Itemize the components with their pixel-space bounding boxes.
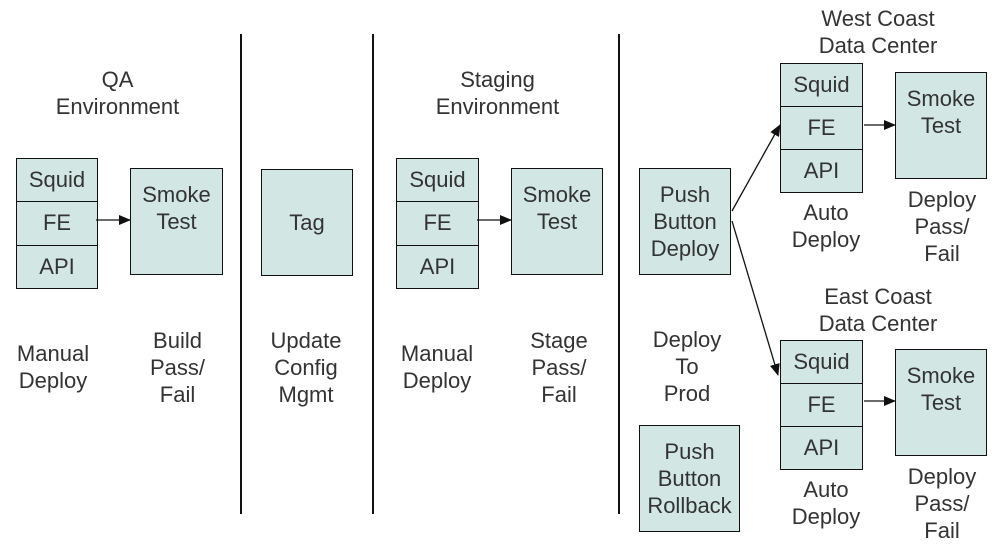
deploy-to-east-arrow (731, 220, 780, 376)
arrows-layer (96, 120, 896, 406)
deploy-to-west-arrow (731, 124, 781, 212)
